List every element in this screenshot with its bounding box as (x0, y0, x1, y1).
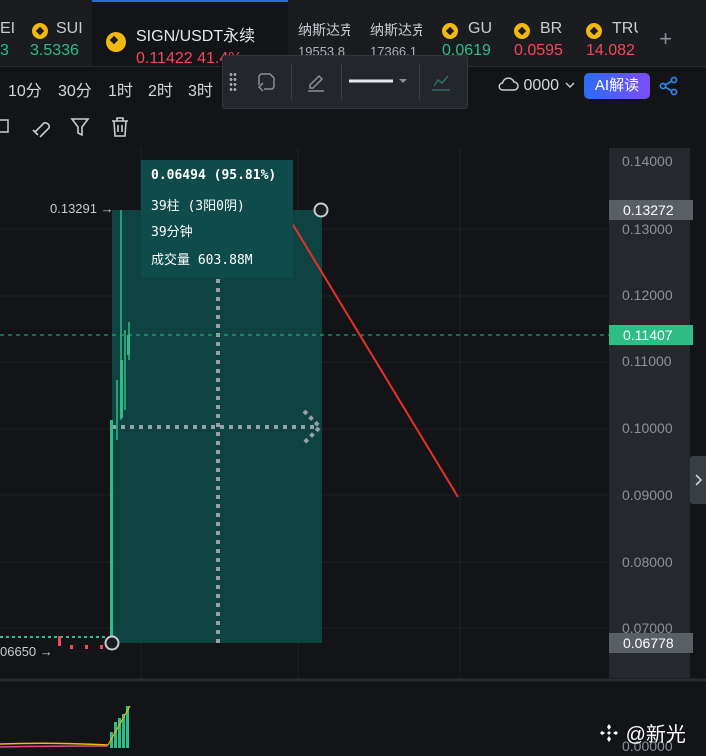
tab-price: 14.082 (586, 42, 635, 59)
tab-ei[interactable]: EI 3 (0, 0, 22, 66)
filter-icon[interactable] (70, 116, 90, 138)
price-chart[interactable] (0, 148, 706, 756)
drawing-tools-row (0, 112, 200, 144)
magnet-icon[interactable] (30, 116, 52, 138)
tab-name: 纳斯达克 (370, 22, 422, 38)
chevron-down-icon (564, 82, 575, 89)
measure-tooltip: 0.06494 (95.81%) 39柱 (3阳0阴) 39分钟 成交量 603… (141, 160, 293, 278)
binance-coin-icon (106, 32, 126, 52)
share-icon[interactable] (658, 75, 680, 97)
measure-start-handle[interactable] (104, 635, 120, 651)
watermark-logo-icon (600, 724, 618, 742)
watermark: @新光 (598, 718, 686, 747)
tab-price: 3 (0, 42, 9, 59)
tab-name: 纳斯达克 (298, 22, 350, 38)
price-tick: 0.13000 (622, 221, 673, 237)
timeframe-3h[interactable]: 3时 (188, 77, 213, 101)
price-tick: 0.12000 (622, 287, 673, 303)
high-price-mark: 0.13291 → (50, 201, 114, 216)
timeframe-10m[interactable]: 10分 (8, 77, 42, 101)
tab-name: EI (0, 20, 16, 37)
sui-coin-icon (32, 23, 48, 39)
timeframe-30m[interactable]: 30分 (58, 77, 92, 101)
volume-bars (0, 705, 131, 748)
low-price-mark: 06650 → (0, 644, 53, 659)
price-tick: 0.09000 (622, 487, 673, 503)
trash-icon[interactable] (110, 116, 130, 138)
price-tick: 0.08000 (622, 554, 673, 570)
measure-end-handle[interactable] (313, 202, 329, 218)
price-tick: 0.11000 (622, 353, 672, 369)
line-style-selector[interactable] (347, 74, 413, 88)
account-value: 0000 (523, 77, 560, 94)
timeframe-2h[interactable]: 2时 (148, 77, 173, 101)
cloud-icon (498, 77, 519, 91)
template-icon[interactable] (255, 71, 277, 93)
price-tick: 0.14000 (622, 153, 673, 169)
measure-duration: 39分钟 (151, 225, 193, 240)
chevron-right-icon (695, 474, 703, 486)
price-tag-current: 0.11407 (609, 325, 693, 345)
price-tag-low: 0.06778 (609, 633, 693, 653)
floating-drawing-toolbar[interactable] (222, 55, 468, 109)
price-tick: 0.10000 (622, 420, 673, 436)
tab-name: SIGN/USDT永续 (136, 28, 256, 45)
pencil-icon[interactable] (305, 70, 327, 92)
tru-coin-icon (586, 23, 602, 39)
measure-volume: 成交量 603.88M (151, 253, 253, 268)
ai-analysis-button[interactable]: AI解读 (584, 73, 650, 99)
tab-price: 3.5336 (30, 42, 79, 59)
price-tag-high: 0.13272 (609, 200, 693, 220)
tab-price: 0.0595 (514, 42, 563, 59)
tab-br[interactable]: BR 0.0595 (514, 0, 566, 66)
tab-tru[interactable]: TRU 14.082 (586, 0, 638, 66)
account-selector[interactable]: 0000 (497, 76, 576, 95)
add-tab-button[interactable]: + (659, 26, 672, 52)
axis-scroll-handle[interactable] (690, 456, 706, 504)
br-coin-icon (514, 23, 530, 39)
measure-change: 0.06494 (95.81%) (151, 168, 277, 183)
drag-grip-icon[interactable] (229, 72, 237, 92)
timeframe-1h[interactable]: 1时 (108, 77, 133, 101)
edit-icon[interactable] (0, 116, 12, 136)
tab-sui[interactable]: SUI 3.5336 (30, 0, 90, 66)
measure-bars: 39柱 (3阳0阴) (151, 199, 245, 214)
gu-coin-icon (442, 23, 458, 39)
chart-settings-icon[interactable] (429, 70, 453, 94)
watermark-text: @新光 (625, 724, 686, 746)
